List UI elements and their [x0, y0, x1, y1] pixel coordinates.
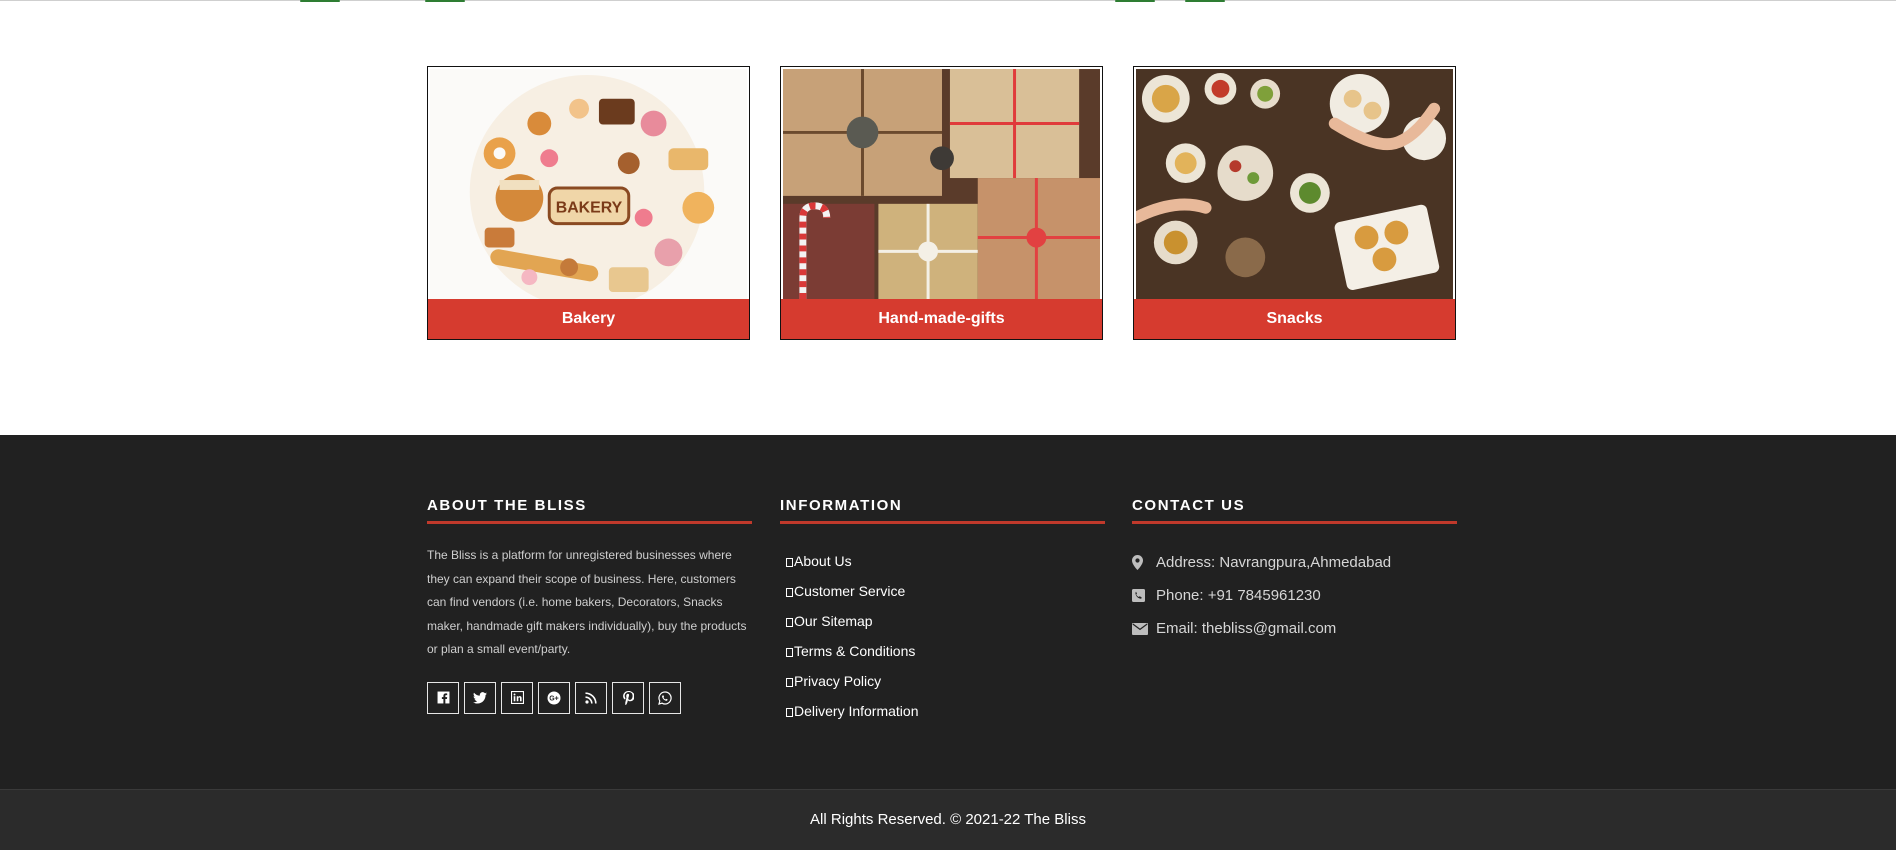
- category-label: Hand-made-gifts: [781, 299, 1102, 339]
- link-delivery-information[interactable]: Delivery Information: [780, 696, 1105, 726]
- category-label: Bakery: [428, 299, 749, 339]
- footer-about: ABOUT THE BLISS The Bliss is a platform …: [427, 497, 752, 714]
- rss-icon[interactable]: [575, 681, 607, 714]
- linkedin-icon[interactable]: [501, 681, 533, 714]
- contact-address-text: Address: Navrangpura,Ahmedabad: [1156, 554, 1392, 571]
- category-card-bakery[interactable]: BAKERY Bakery: [427, 66, 750, 340]
- link-terms-conditions[interactable]: Terms & Conditions: [780, 636, 1105, 666]
- link-customer-service[interactable]: Customer Service: [780, 576, 1105, 606]
- footer-about-text: The Bliss is a platform for unregistered…: [427, 548, 747, 656]
- category-card-snacks[interactable]: Snacks: [1133, 66, 1456, 340]
- footer-information: INFORMATION About Us Customer Service Ou…: [780, 497, 1105, 726]
- footer-about-title: ABOUT THE BLISS: [427, 497, 752, 524]
- contact-phone: Phone: +91 7845961230: [1132, 579, 1457, 612]
- contact-email-text[interactable]: Email: thebliss@gmail.com: [1156, 620, 1336, 637]
- contact-address: Address: Navrangpura,Ahmedabad: [1132, 546, 1457, 579]
- snacks-image: [1134, 69, 1453, 299]
- top-divider: [0, 0, 1896, 2]
- contact-email: Email: thebliss@gmail.com: [1132, 612, 1457, 645]
- contact-phone-text: Phone: +91 7845961230: [1156, 587, 1321, 604]
- twitter-icon[interactable]: [464, 681, 496, 714]
- social-links: G+: [427, 681, 752, 714]
- facebook-icon[interactable]: [427, 681, 459, 714]
- envelope-icon: [1132, 622, 1156, 635]
- category-label: Snacks: [1134, 299, 1455, 339]
- google-plus-icon[interactable]: G+: [538, 681, 570, 714]
- copyright-text: All Rights Reserved. © 2021-22 The Bliss: [810, 811, 1086, 828]
- svg-text:G+: G+: [549, 695, 559, 702]
- contact-list: Address: Navrangpura,Ahmedabad Phone: +9…: [1132, 546, 1457, 645]
- footer-contact-title: CONTACT US: [1132, 497, 1457, 524]
- whatsapp-icon[interactable]: [649, 681, 681, 714]
- copyright-bar: All Rights Reserved. © 2021-22 The Bliss: [0, 789, 1896, 850]
- site-footer: ABOUT THE BLISS The Bliss is a platform …: [0, 435, 1896, 789]
- category-grid: BAKERY Bakery Hand-made-gifts Snacks: [427, 66, 1457, 342]
- link-our-sitemap[interactable]: Our Sitemap: [780, 606, 1105, 636]
- gifts-image: [783, 69, 1100, 299]
- footer-information-title: INFORMATION: [780, 497, 1105, 524]
- map-marker-icon: [1132, 555, 1156, 570]
- link-about-us[interactable]: About Us: [780, 546, 1105, 576]
- category-card-hand-made-gifts[interactable]: Hand-made-gifts: [780, 66, 1103, 340]
- pinterest-icon[interactable]: [612, 681, 644, 714]
- svg-text:BAKERY: BAKERY: [556, 200, 623, 217]
- phone-icon: [1132, 589, 1156, 602]
- link-privacy-policy[interactable]: Privacy Policy: [780, 666, 1105, 696]
- bakery-image: BAKERY: [430, 69, 747, 309]
- footer-contact: CONTACT US Address: Navrangpura,Ahmedaba…: [1132, 497, 1457, 645]
- information-links: About Us Customer Service Our Sitemap Te…: [780, 546, 1105, 726]
